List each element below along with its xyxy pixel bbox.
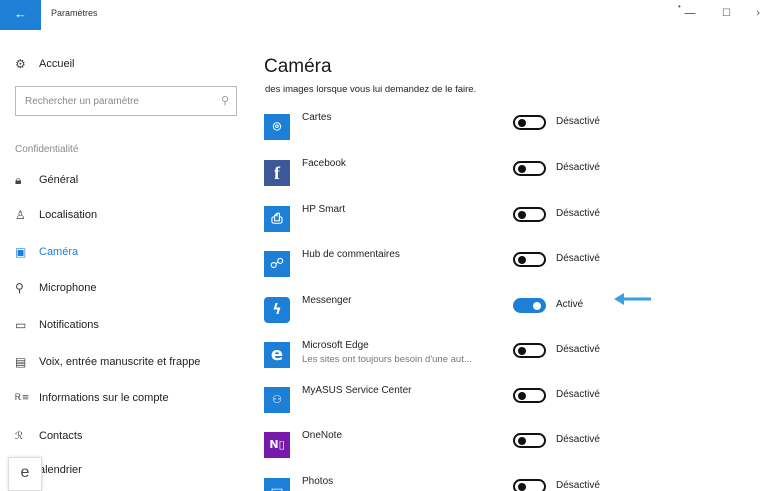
app-row-myasus: ⚇ MyASUS Service Center Désactivé <box>264 381 744 421</box>
contacts-icon: ℛ <box>15 430 23 442</box>
myasus-icon: ⚇ <box>264 387 290 413</box>
camera-toggle[interactable] <box>513 161 546 176</box>
account-info-icon: Ꭱ≡ <box>15 393 30 403</box>
microphone-icon: ⚲ <box>15 281 24 295</box>
section-heading: Confidentialité <box>15 144 79 155</box>
toggle-state: Désactivé <box>556 208 600 219</box>
photos-icon: ▭ <box>264 478 290 491</box>
sidebar-item-voice[interactable]: ▤ Voix, entrée manuscrite et frappe <box>15 351 200 373</box>
sidebar-item-label: Contacts <box>39 430 83 442</box>
page-title: Caméra <box>264 56 332 77</box>
camera-toggle[interactable] <box>513 298 546 313</box>
toggle-state: Désactivé <box>556 344 600 355</box>
camera-toggle[interactable] <box>513 479 546 491</box>
camera-toggle[interactable] <box>513 207 546 222</box>
window-title: Paramètres <box>51 8 98 18</box>
app-row-hp-smart: ⎙ HP Smart Désactivé <box>264 200 744 240</box>
sidebar-item-home[interactable]: ⚙ Accueil <box>15 53 74 75</box>
app-name: Cartes <box>302 112 332 123</box>
onenote-icon: N▯ <box>264 432 290 458</box>
camera-toggle[interactable] <box>513 115 546 130</box>
app-row-facebook: f Facebook Désactivé <box>264 154 744 194</box>
maximize-button[interactable]: ☐ <box>722 8 731 19</box>
app-name: Messenger <box>302 295 352 306</box>
printer-icon: ⎙ <box>264 206 290 232</box>
toggle-state: Désactivé <box>556 389 600 400</box>
sidebar-item-account-info[interactable]: Ꭱ≡ Informations sur le compte <box>15 387 169 409</box>
app-name: HP Smart <box>302 204 346 215</box>
sidebar-item-camera[interactable]: ▣ Caméra <box>15 241 78 263</box>
app-name: OneNote <box>302 430 343 441</box>
camera-toggle[interactable] <box>513 433 546 448</box>
app-name: Hub de commentaires <box>302 249 400 260</box>
settings-window: ← Paramètres • — ☐ › ⚙ Accueil ⚲ Confide… <box>0 0 763 491</box>
app-subtitle: Les sites ont toujours besoin d'une aut.… <box>302 354 472 365</box>
sidebar-item-general[interactable]: 🔒︎ Général <box>15 169 78 191</box>
app-name: MyASUS Service Center <box>302 385 412 396</box>
app-row-feedback-hub: ☍ Hub de commentaires Désactivé <box>264 245 744 285</box>
search-icon[interactable]: ⚲ <box>221 94 229 107</box>
messenger-icon: ϟ <box>264 297 290 323</box>
camera-toggle[interactable] <box>513 388 546 403</box>
app-row-photos: ▭ Photos Désactivé <box>264 472 744 491</box>
gear-icon: ⚙ <box>15 57 26 71</box>
maps-icon: ⌾ <box>264 114 290 140</box>
page-description: des images lorsque vous lui demandez de … <box>265 84 477 95</box>
search-box: ⚲ <box>15 86 237 116</box>
app-row-messenger: ϟ Messenger Activé <box>264 291 744 331</box>
sidebar: ⚙ Accueil ⚲ Confidentialité 🔒︎ Général ♙… <box>0 30 240 491</box>
minimize-button[interactable]: — <box>684 6 696 20</box>
sidebar-item-microphone[interactable]: ⚲ Microphone <box>15 277 96 299</box>
camera-icon: ▣ <box>15 245 27 259</box>
main-content: Caméra des images lorsque vous lui deman… <box>240 30 763 491</box>
app-row-onenote: N▯ OneNote Désactivé <box>264 426 744 466</box>
toggle-state: Désactivé <box>556 162 600 173</box>
arrow-annotation-icon <box>614 293 651 305</box>
facebook-icon: f <box>264 160 290 186</box>
toggle-state: Désactivé <box>556 253 600 264</box>
edge-taskbar-icon[interactable]: e <box>8 457 42 491</box>
toggle-state: Désactivé <box>556 480 600 491</box>
sidebar-item-label: Accueil <box>39 58 75 70</box>
app-row-edge: e Microsoft Edge Les sites ont toujours … <box>264 336 744 376</box>
sidebar-item-location[interactable]: ♙ Localisation <box>15 204 97 226</box>
camera-toggle[interactable] <box>513 343 546 358</box>
toggle-state: Désactivé <box>556 434 600 445</box>
back-button[interactable]: ← <box>0 0 41 30</box>
person-pin-icon: ♙ <box>15 208 26 222</box>
feedback-icon: ☍ <box>264 251 290 277</box>
dot-icon: • <box>678 2 681 11</box>
close-button[interactable]: › <box>756 6 760 19</box>
sidebar-item-contacts[interactable]: ℛ Contacts <box>15 425 82 447</box>
search-input[interactable] <box>16 87 206 115</box>
app-name: Microsoft Edge <box>302 340 369 351</box>
camera-toggle[interactable] <box>513 252 546 267</box>
app-name: Photos <box>302 476 334 487</box>
edge-icon: e <box>264 342 290 368</box>
sidebar-item-notifications[interactable]: ▭ Notifications <box>15 314 99 336</box>
sidebar-item-label: Général <box>39 174 79 186</box>
toggle-state: Activé <box>556 299 584 310</box>
clipboard-icon: ▤ <box>15 355 27 369</box>
app-row-cartes: ⌾ Cartes Désactivé <box>264 108 744 148</box>
chat-icon: ▭ <box>15 318 27 332</box>
app-name: Facebook <box>302 158 346 169</box>
sidebar-item-label: alendrier <box>39 464 82 476</box>
back-arrow-icon: ← <box>14 6 27 21</box>
sidebar-item-label: Voix, entrée manuscrite et frappe <box>39 356 201 368</box>
lock-icon: 🔒︎ <box>15 172 22 187</box>
title-bar: ← Paramètres • — ☐ › <box>0 0 763 30</box>
sidebar-item-label: Localisation <box>39 209 98 221</box>
sidebar-item-label: Microphone <box>39 282 97 294</box>
sidebar-item-label: Notifications <box>39 319 99 331</box>
sidebar-item-label: Informations sur le compte <box>39 392 169 404</box>
sidebar-item-label: Caméra <box>39 246 79 258</box>
toggle-state: Désactivé <box>556 116 600 127</box>
